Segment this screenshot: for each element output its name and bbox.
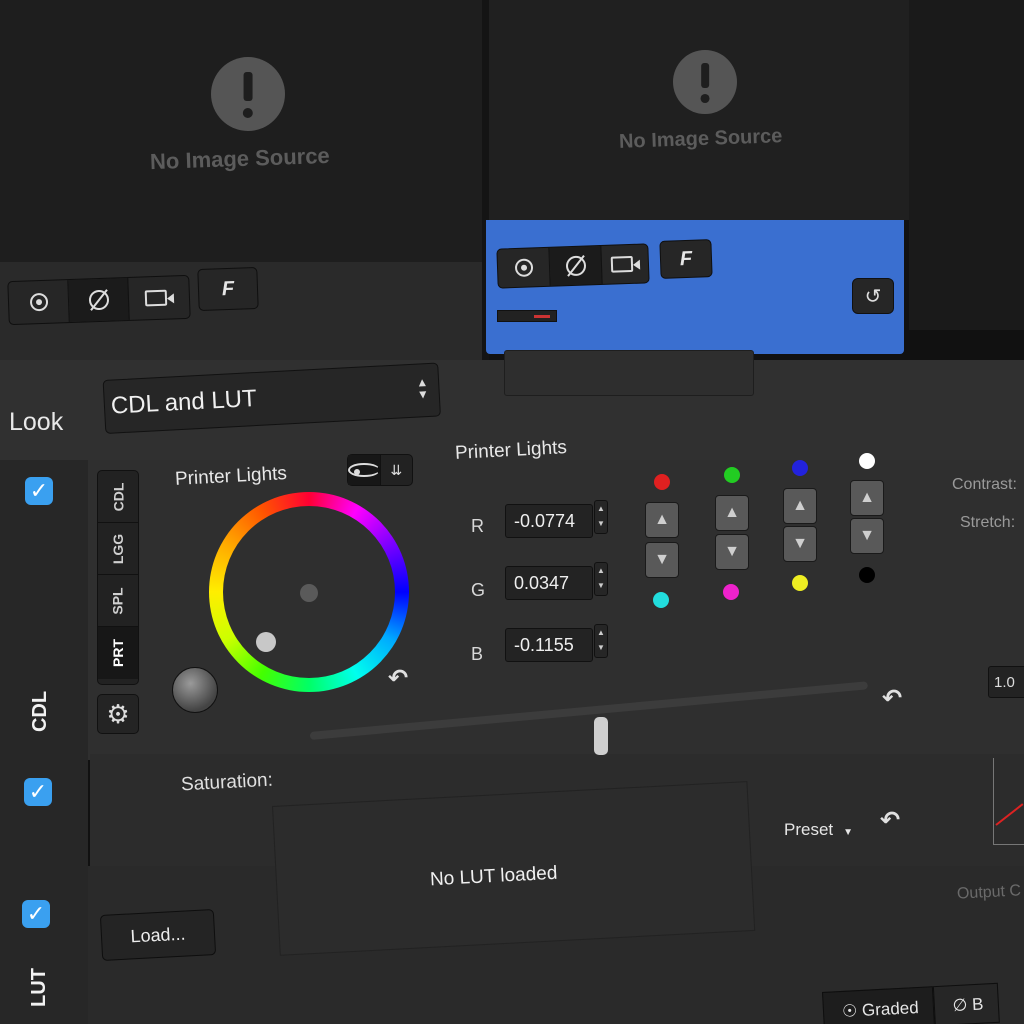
- bypass-icon: ∅: [952, 995, 968, 1016]
- mode-prt-button[interactable]: PRT: [98, 627, 138, 679]
- look-secondary-field[interactable]: [504, 350, 754, 396]
- warning-icon: [211, 57, 285, 131]
- source-view-button[interactable]: [8, 280, 70, 325]
- bypass-view-button[interactable]: [68, 277, 130, 323]
- target-icon: ☉: [841, 1001, 858, 1021]
- lut-section-label: LUT: [27, 968, 50, 1007]
- blue-dot: [792, 460, 808, 476]
- red-up-button[interactable]: ▲: [645, 502, 679, 538]
- saturation-enable-checkbox[interactable]: ✓: [24, 778, 52, 806]
- look-label: Look: [9, 408, 64, 436]
- preset-dropdown[interactable]: Preset ▼: [784, 820, 853, 840]
- channel-r-stepper[interactable]: ▲ ▼: [594, 500, 608, 534]
- lut-reset-undo-icon[interactable]: ↶: [880, 806, 900, 835]
- green-up-button[interactable]: ▲: [715, 495, 749, 531]
- master-down-button[interactable]: ▼: [850, 518, 884, 554]
- lut-enable-checkbox[interactable]: ✓: [22, 900, 50, 928]
- blue-down-button[interactable]: ▼: [783, 526, 817, 562]
- right-f-button[interactable]: F: [659, 239, 713, 279]
- bypass-view-button[interactable]: [549, 245, 603, 286]
- graph-curve-red: [995, 803, 1024, 826]
- channel-r-label: R: [471, 516, 484, 536]
- magenta-dot: [723, 584, 739, 600]
- left-view-mode-group: [7, 274, 191, 326]
- gear-icon[interactable]: ⚙: [97, 694, 139, 734]
- green-down-button[interactable]: ▼: [715, 534, 749, 570]
- curve-graph-preview: [990, 758, 1024, 848]
- viewer-edge: [909, 0, 1024, 330]
- mode-cdl-button[interactable]: CDL: [98, 471, 138, 523]
- channel-b-label: B: [471, 644, 484, 664]
- bypass-icon: [565, 255, 586, 277]
- updown-chevron-icon: ▲ ▼: [415, 375, 430, 402]
- camera-view-button[interactable]: [128, 276, 189, 320]
- preset-label: Preset: [784, 820, 834, 839]
- no-image-source-label: No Image Source: [149, 142, 331, 175]
- target-icon: [29, 292, 48, 312]
- right-viewer: No Image Source: [489, 0, 909, 220]
- channel-r-field[interactable]: -0.0774: [505, 504, 593, 538]
- master-up-button[interactable]: ▲: [850, 480, 884, 516]
- sliders-icon: ⇊: [390, 461, 403, 478]
- mode-lgg-button[interactable]: LGG: [98, 523, 138, 575]
- tab-bypass[interactable]: ∅ B: [932, 982, 1000, 1024]
- stretch-label: Stretch:: [960, 514, 1016, 531]
- bypass-icon: [88, 289, 109, 311]
- color-wheel-center-icon: [300, 584, 318, 602]
- channel-b-field[interactable]: -0.1155: [505, 628, 593, 662]
- section-sidebar: [0, 460, 88, 1024]
- graph-axis-x: [993, 844, 1024, 845]
- camera-icon: [144, 289, 168, 307]
- wheel-master-knob[interactable]: [172, 667, 218, 713]
- target-icon: [348, 463, 380, 477]
- red-down-button[interactable]: ▼: [645, 542, 679, 578]
- color-wheel-puck[interactable]: [256, 632, 276, 652]
- white-dot: [859, 453, 875, 469]
- channel-g-label: G: [471, 580, 486, 600]
- wheel-reset-undo-icon[interactable]: ↶: [388, 664, 408, 693]
- target-icon: [514, 258, 533, 278]
- chevron-down-icon: ▼: [843, 827, 854, 838]
- no-image-source-label: No Image Source: [618, 125, 783, 153]
- channel-b-stepper[interactable]: ▲ ▼: [594, 624, 608, 658]
- right-view-mode-group: [496, 243, 650, 289]
- cyan-dot: [653, 592, 669, 608]
- camera-icon: [610, 255, 634, 273]
- tab-graded[interactable]: ☉ Graded: [822, 986, 935, 1024]
- contrast-label: Contrast:: [952, 476, 1017, 493]
- red-dot: [654, 474, 670, 490]
- saturation-reset-undo-icon[interactable]: ↶: [882, 684, 902, 713]
- left-f-button[interactable]: F: [197, 266, 259, 312]
- stretch-value-field[interactable]: 1.0: [988, 666, 1024, 698]
- look-select-value: CDL and LUT: [110, 385, 258, 420]
- saturation-slider-thumb[interactable]: [594, 717, 608, 755]
- wheel-mode-toggle: ⇊: [347, 454, 413, 486]
- cdl-mode-selector: CDL LGG SPL PRT: [97, 470, 139, 685]
- black-dot: [859, 567, 875, 583]
- output-label: Output C: [956, 882, 1022, 903]
- load-lut-button[interactable]: Load...: [99, 909, 217, 961]
- channel-g-field[interactable]: 0.0347: [505, 566, 593, 600]
- graph-axis-y: [993, 758, 994, 844]
- channel-g-stepper[interactable]: ▲ ▼: [594, 562, 608, 596]
- mode-spl-button[interactable]: SPL: [98, 575, 138, 627]
- wheel-mode-button[interactable]: [348, 455, 381, 485]
- warning-icon: [673, 50, 737, 114]
- mini-waveform-thumbnail: [497, 310, 557, 322]
- reset-icon[interactable]: ↺: [852, 278, 894, 314]
- green-dot: [724, 467, 740, 483]
- blue-up-button[interactable]: ▲: [783, 488, 817, 524]
- sliders-mode-button[interactable]: ⇊: [381, 455, 413, 485]
- cdl-section-label: CDL: [29, 690, 52, 733]
- left-viewer: No Image Source: [0, 0, 482, 262]
- source-view-button[interactable]: [497, 247, 551, 288]
- cdl-enable-checkbox[interactable]: ✓: [25, 477, 53, 505]
- yellow-dot: [792, 575, 808, 591]
- camera-view-button[interactable]: [601, 244, 648, 284]
